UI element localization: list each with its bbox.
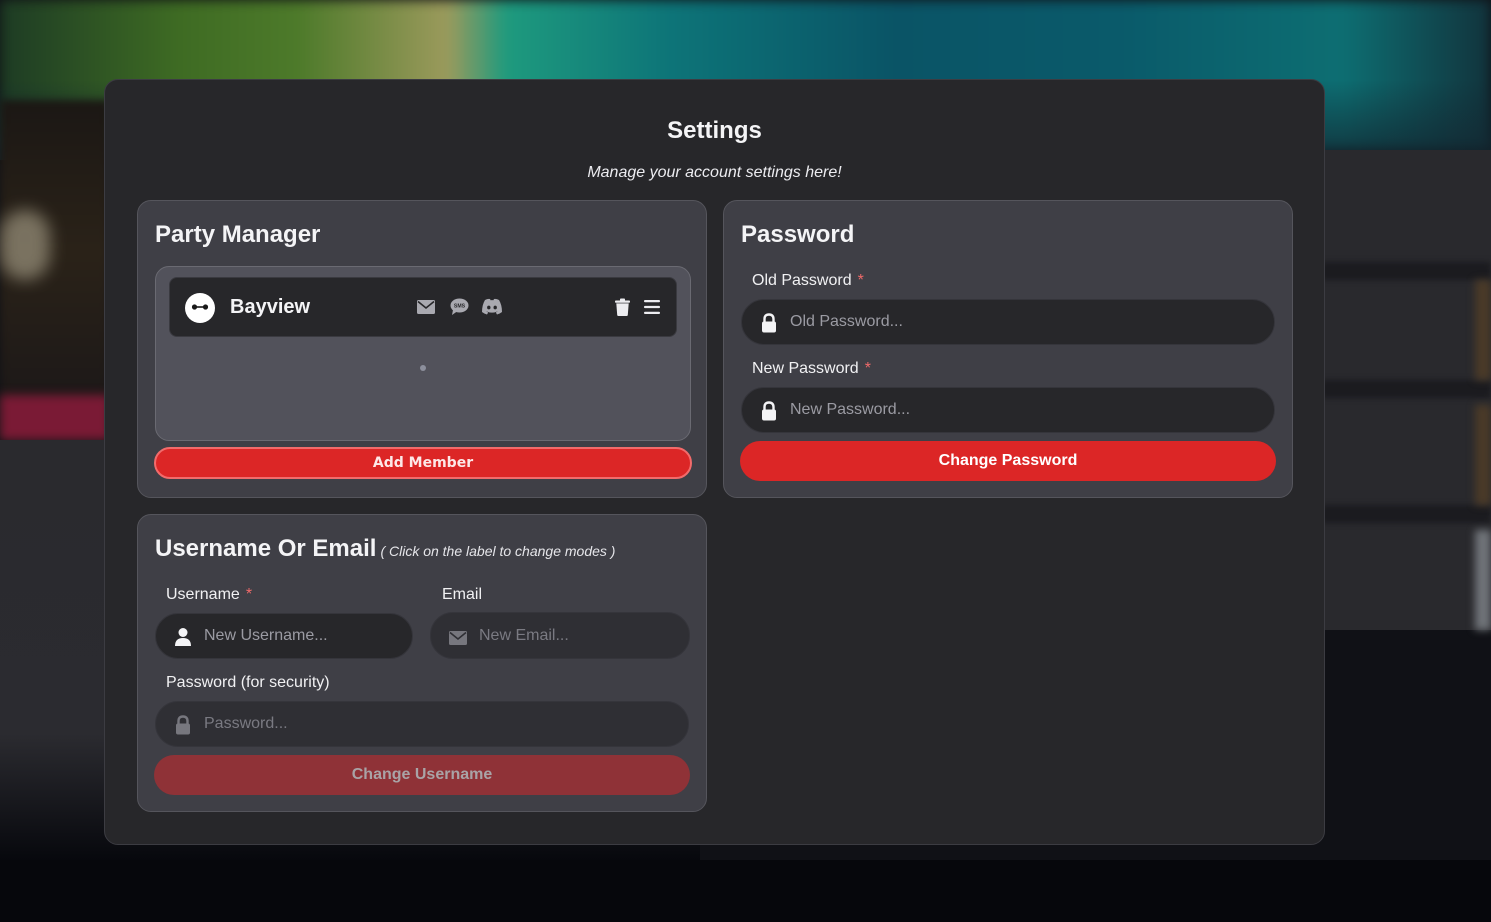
settings-modal: Settings Manage your account settings he… xyxy=(104,79,1325,845)
user-icon xyxy=(175,628,191,646)
pagination-dot[interactable] xyxy=(420,365,426,371)
old-password-label: Old Password * xyxy=(752,272,864,289)
member-name: Bayview xyxy=(230,296,311,318)
username-email-card: Username Or Email( Click on the label to… xyxy=(137,514,707,812)
sms-icon[interactable]: SMS xyxy=(448,297,470,317)
email-icon xyxy=(449,631,467,645)
mode-hint: ( Click on the label to change modes ) xyxy=(380,543,616,559)
password-card: Password Old Password * New Password * Cha… xyxy=(723,200,1293,498)
old-password-field[interactable] xyxy=(741,299,1275,345)
member-list: Bayview SMS xyxy=(155,266,691,441)
add-member-button[interactable]: Add Member xyxy=(154,447,692,479)
modal-subtitle: Manage your account settings here! xyxy=(587,164,842,181)
security-password-input[interactable] xyxy=(204,702,672,746)
old-password-input[interactable] xyxy=(790,300,1258,344)
baymax-avatar-icon xyxy=(185,293,215,323)
change-password-button[interactable]: Change Password xyxy=(740,441,1276,481)
required-marker: * xyxy=(864,360,871,377)
required-marker: * xyxy=(857,272,864,289)
discord-icon[interactable] xyxy=(480,296,504,316)
required-marker: * xyxy=(245,586,253,603)
username-input[interactable] xyxy=(204,614,396,658)
change-username-button[interactable]: Change Username xyxy=(154,755,690,795)
lock-icon xyxy=(176,715,190,735)
email-icon[interactable] xyxy=(416,298,436,316)
svg-text:SMS: SMS xyxy=(453,304,465,310)
email-mode-label[interactable]: Email xyxy=(442,586,482,604)
security-password-label: Password (for security) xyxy=(166,674,330,691)
modal-title: Settings xyxy=(667,117,762,144)
lock-icon xyxy=(762,401,776,421)
password-title: Password xyxy=(741,221,855,248)
username-field[interactable] xyxy=(155,613,413,659)
menu-icon[interactable] xyxy=(642,297,662,317)
new-password-input[interactable] xyxy=(790,388,1258,432)
email-field[interactable] xyxy=(430,612,690,659)
party-manager-card: Party Manager Bayview SMS Add Member xyxy=(137,200,707,498)
party-manager-title: Party Manager xyxy=(155,221,321,248)
new-password-field[interactable] xyxy=(741,387,1275,433)
username-mode-label[interactable]: Username * xyxy=(166,586,252,604)
new-password-label: New Password * xyxy=(752,360,871,377)
email-input[interactable] xyxy=(479,613,673,658)
trash-icon[interactable] xyxy=(612,296,632,318)
username-email-title: Username Or Email( Click on the label to… xyxy=(155,535,616,562)
lock-icon xyxy=(762,313,776,333)
security-password-field[interactable] xyxy=(155,701,689,747)
member-row[interactable]: Bayview SMS xyxy=(169,277,677,337)
